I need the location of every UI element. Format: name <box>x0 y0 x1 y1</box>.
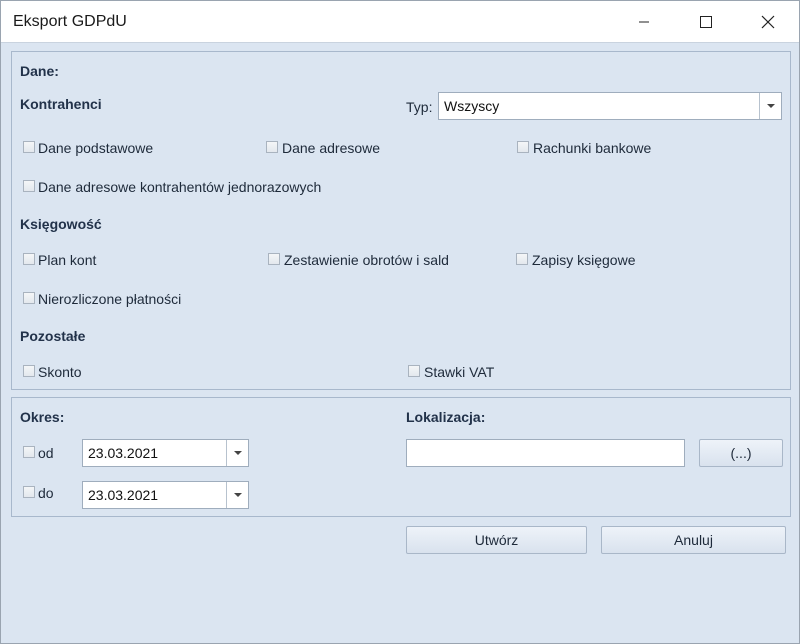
dane-header: Dane: <box>20 63 59 79</box>
minimize-button[interactable] <box>621 1 667 42</box>
chevron-down-icon <box>233 450 242 455</box>
okres-group: Okres: od 23.03.2021 do 23.03.2021 Lokal… <box>11 397 791 517</box>
od-checkbox[interactable] <box>23 446 35 458</box>
window-title: Eksport GDPdU <box>13 13 127 30</box>
export-dialog: Eksport GDPdU Dane: Kontrahenci Typ: Wsz… <box>0 0 800 644</box>
pozostale-header: Pozostałe <box>20 328 86 344</box>
maximize-icon <box>700 15 712 28</box>
stawki-vat-checkbox[interactable] <box>408 365 420 377</box>
od-date-dropdown-button[interactable] <box>226 440 248 466</box>
stawki-vat-label: Stawki VAT <box>424 364 495 380</box>
title-bar: Eksport GDPdU <box>1 1 799 43</box>
typ-selected-value: Wszyscy <box>444 98 500 114</box>
zestawienie-obrotow-checkbox[interactable] <box>268 253 280 265</box>
ksiegowosc-header: Księgowość <box>20 216 102 232</box>
dane-adresowe-jednorazowych-label: Dane adresowe kontrahentów jednorazowych <box>38 179 322 195</box>
close-button[interactable] <box>745 1 791 42</box>
do-checkbox[interactable] <box>23 486 35 498</box>
chevron-down-icon <box>233 492 242 497</box>
dane-group: Dane: Kontrahenci Typ: Wszyscy Dane pods… <box>11 51 791 390</box>
kontrahenci-header: Kontrahenci <box>20 96 102 112</box>
do-label: do <box>38 485 54 501</box>
dane-podstawowe-checkbox[interactable] <box>23 141 35 153</box>
zapisy-ksiegowe-checkbox[interactable] <box>516 253 528 265</box>
dane-adresowe-checkbox[interactable] <box>266 141 278 153</box>
typ-label: Typ: <box>406 99 433 115</box>
rachunki-bankowe-label: Rachunki bankowe <box>533 140 652 156</box>
do-date-dropdown-button[interactable] <box>226 482 248 508</box>
do-date-field[interactable]: 23.03.2021 <box>82 481 249 509</box>
maximize-button[interactable] <box>683 1 729 42</box>
create-button[interactable]: Utwórz <box>406 526 587 554</box>
skonto-label: Skonto <box>38 364 82 380</box>
dane-podstawowe-label: Dane podstawowe <box>38 140 154 156</box>
rachunki-bankowe-checkbox[interactable] <box>517 141 529 153</box>
do-date-value: 23.03.2021 <box>88 487 159 503</box>
cancel-button[interactable]: Anuluj <box>601 526 786 554</box>
plan-kont-label: Plan kont <box>38 252 97 268</box>
chevron-down-icon <box>766 103 775 108</box>
typ-select[interactable]: Wszyscy <box>438 92 782 120</box>
lokalizacja-header: Lokalizacja: <box>406 409 486 425</box>
nierozliczone-platnosci-checkbox[interactable] <box>23 292 35 304</box>
lokalizacja-input[interactable] <box>406 439 685 467</box>
od-date-field[interactable]: 23.03.2021 <box>82 439 249 467</box>
skonto-checkbox[interactable] <box>23 365 35 377</box>
typ-dropdown-button[interactable] <box>759 93 781 119</box>
zapisy-ksiegowe-label: Zapisy księgowe <box>532 252 636 268</box>
nierozliczone-platnosci-label: Nierozliczone płatności <box>38 291 182 307</box>
zestawienie-obrotow-label: Zestawienie obrotów i sald <box>284 252 449 268</box>
close-icon <box>761 15 775 28</box>
minimize-icon <box>639 21 649 22</box>
plan-kont-checkbox[interactable] <box>23 253 35 265</box>
okres-header: Okres: <box>20 409 65 425</box>
dane-adresowe-jednorazowych-checkbox[interactable] <box>23 180 35 192</box>
dane-adresowe-label: Dane adresowe <box>282 140 381 156</box>
od-date-value: 23.03.2021 <box>88 445 159 461</box>
od-label: od <box>38 445 54 461</box>
browse-button[interactable]: (...) <box>699 439 783 467</box>
